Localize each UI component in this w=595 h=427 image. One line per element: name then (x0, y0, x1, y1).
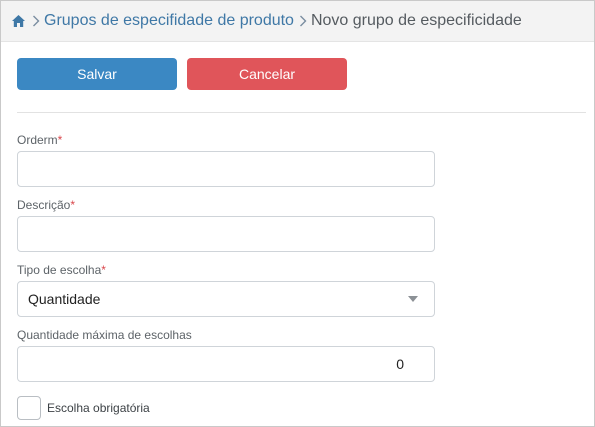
toolbar: Salvar Cancelar (17, 58, 347, 90)
quantidade-maxima-input[interactable] (17, 346, 435, 382)
chevron-right-icon (32, 14, 40, 28)
ordem-input[interactable] (17, 151, 435, 187)
tipo-escolha-selected-value: Quantidade (28, 291, 101, 307)
ordem-label-text: Orderm (17, 133, 58, 147)
required-mark: * (70, 198, 76, 212)
home-icon[interactable] (11, 13, 27, 29)
chevron-right-icon (299, 14, 307, 28)
descricao-label: Descrição* (17, 198, 75, 212)
required-mark: * (57, 133, 63, 147)
descricao-input[interactable] (17, 216, 435, 252)
page-frame: Grupos de especifidade de produto Novo g… (0, 0, 595, 427)
tipo-escolha-label: Tipo de escolha* (17, 263, 106, 277)
escolha-obrigatoria-label: Escolha obrigatória (47, 401, 150, 415)
tipo-escolha-select[interactable]: Quantidade (17, 281, 435, 317)
breadcrumb-current: Novo grupo de especificidade (310, 12, 522, 29)
descricao-label-text: Descrição (17, 198, 71, 212)
quantidade-maxima-label: Quantidade máxima de escolhas (17, 328, 192, 342)
tipo-escolha-label-text: Tipo de escolha (17, 263, 102, 277)
ordem-label: Orderm* (17, 133, 62, 147)
required-mark: * (101, 263, 106, 277)
divider (17, 112, 586, 113)
save-button[interactable]: Salvar (17, 58, 177, 90)
breadcrumb-link-grupos[interactable]: Grupos de especifidade de produto (44, 12, 294, 30)
escolha-obrigatoria-checkbox[interactable] (17, 396, 41, 420)
cancel-button[interactable]: Cancelar (187, 58, 347, 90)
escolha-obrigatoria-row: Escolha obrigatória (17, 396, 150, 420)
caret-down-icon (408, 296, 418, 302)
breadcrumb: Grupos de especifidade de produto Novo g… (1, 1, 594, 42)
